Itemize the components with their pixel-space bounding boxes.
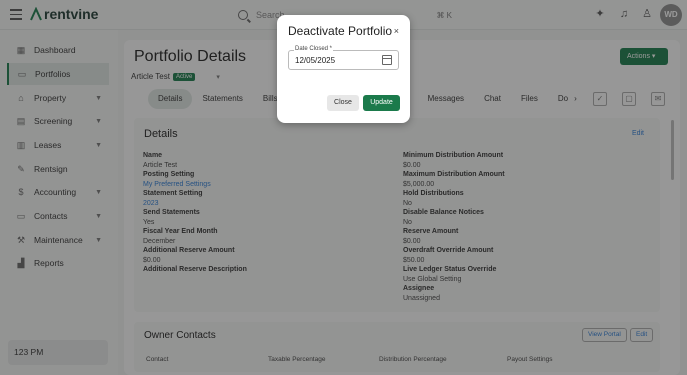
date-closed-label: Date Closed *: [294, 46, 334, 52]
dialog-title: Deactivate Portfolio: [288, 24, 393, 38]
calendar-icon[interactable]: [382, 55, 392, 65]
update-button[interactable]: Update: [363, 95, 400, 111]
close-button[interactable]: Close: [327, 95, 359, 111]
date-closed-value: 12/05/2025: [295, 56, 336, 65]
close-icon[interactable]: ×: [394, 26, 399, 36]
date-closed-field[interactable]: Date Closed * 12/05/2025: [288, 46, 399, 70]
deactivate-portfolio-dialog: Deactivate Portfolio × Date Closed * 12/…: [277, 15, 410, 123]
